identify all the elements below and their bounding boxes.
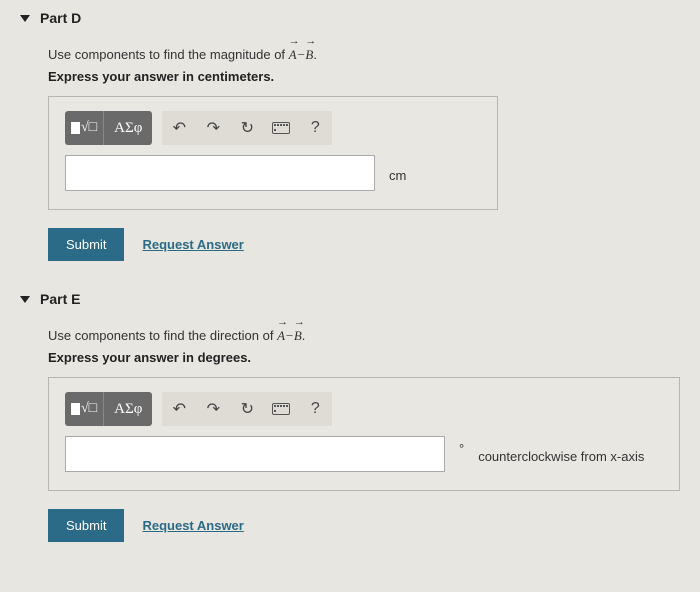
undo-icon: ↶ xyxy=(173,118,186,138)
template-icon xyxy=(71,122,80,134)
keyboard-button[interactable] xyxy=(264,111,298,145)
vector-b: B xyxy=(305,44,313,63)
unit-label-d: cm xyxy=(389,168,406,191)
submit-row-d: Submit Request Answer xyxy=(48,228,680,261)
template-button[interactable]: √□ xyxy=(65,111,104,145)
part-d-content: Use components to find the magnitude of … xyxy=(48,44,680,261)
part-e-instruction: Express your answer in degrees. xyxy=(48,350,680,365)
greek-button[interactable]: ΑΣφ xyxy=(104,392,152,426)
part-e-header[interactable]: Part E xyxy=(20,291,680,307)
math-expression: A − B xyxy=(289,44,314,63)
part-d-prompt: Use components to find the magnitude of … xyxy=(48,44,680,63)
submit-row-e: Submit Request Answer xyxy=(48,509,680,542)
request-answer-link-e[interactable]: Request Answer xyxy=(142,518,243,533)
submit-button-e[interactable]: Submit xyxy=(48,509,124,542)
part-d-instruction: Express your answer in centimeters. xyxy=(48,69,680,84)
caret-down-icon xyxy=(20,15,30,22)
part-e-content: Use components to find the direction of … xyxy=(48,325,680,542)
math-expression: A − B xyxy=(277,325,302,344)
vector-a: A xyxy=(277,325,285,344)
degree-symbol: ° xyxy=(459,441,464,472)
vector-b: B xyxy=(294,325,302,344)
template-button[interactable]: √□ xyxy=(65,392,104,426)
help-button[interactable]: ? xyxy=(298,392,332,426)
request-answer-link-d[interactable]: Request Answer xyxy=(142,237,243,252)
unit-text: counterclockwise from x-axis xyxy=(478,449,644,464)
reset-icon: ↻ xyxy=(241,399,254,419)
part-d-block: Part D Use components to find the magnit… xyxy=(20,10,680,261)
keyboard-icon xyxy=(272,403,290,415)
undo-icon: ↶ xyxy=(173,399,186,419)
part-d-header[interactable]: Part D xyxy=(20,10,680,26)
controls-column: √□ ΑΣφ ↶ ↷ ↻ ? xyxy=(65,111,375,191)
prompt-prefix: Use components to find the magnitude of xyxy=(48,47,289,62)
keyboard-button[interactable] xyxy=(264,392,298,426)
answer-box-d: √□ ΑΣφ ↶ ↷ ↻ ? cm xyxy=(48,96,498,210)
reset-button[interactable]: ↻ xyxy=(230,111,264,145)
help-button[interactable]: ? xyxy=(298,111,332,145)
greek-button[interactable]: ΑΣφ xyxy=(104,111,152,145)
part-e-title: Part E xyxy=(40,291,80,307)
minus-op: − xyxy=(285,328,294,344)
keyboard-icon xyxy=(272,122,290,134)
toolbar-d: √□ ΑΣφ ↶ ↷ ↻ ? xyxy=(65,111,375,145)
answer-input-e[interactable] xyxy=(65,436,445,472)
caret-down-icon xyxy=(20,296,30,303)
undo-button[interactable]: ↶ xyxy=(162,111,196,145)
redo-button[interactable]: ↷ xyxy=(196,111,230,145)
vector-a: A xyxy=(289,44,297,63)
answer-input-d[interactable] xyxy=(65,155,375,191)
prompt-suffix: . xyxy=(302,328,306,343)
redo-button[interactable]: ↷ xyxy=(196,392,230,426)
part-e-prompt: Use components to find the direction of … xyxy=(48,325,680,344)
undo-button[interactable]: ↶ xyxy=(162,392,196,426)
minus-op: − xyxy=(297,47,306,63)
redo-icon: ↷ xyxy=(207,118,220,138)
root-icon: √□ xyxy=(81,401,97,417)
reset-icon: ↻ xyxy=(241,118,254,138)
reset-button[interactable]: ↻ xyxy=(230,392,264,426)
controls-column: √□ ΑΣφ ↶ ↷ ↻ ? xyxy=(65,392,445,472)
submit-button-d[interactable]: Submit xyxy=(48,228,124,261)
root-icon: √□ xyxy=(81,120,97,136)
template-icon xyxy=(71,403,80,415)
redo-icon: ↷ xyxy=(207,399,220,419)
answer-box-e: √□ ΑΣφ ↶ ↷ ↻ ? ° counterclockwise from x… xyxy=(48,377,680,491)
prompt-suffix: . xyxy=(313,47,317,62)
part-d-title: Part D xyxy=(40,10,81,26)
unit-label-e: counterclockwise from x-axis xyxy=(478,449,644,472)
part-e-block: Part E Use components to find the direct… xyxy=(20,291,680,542)
toolbar-e: √□ ΑΣφ ↶ ↷ ↻ ? xyxy=(65,392,445,426)
prompt-prefix: Use components to find the direction of xyxy=(48,328,277,343)
